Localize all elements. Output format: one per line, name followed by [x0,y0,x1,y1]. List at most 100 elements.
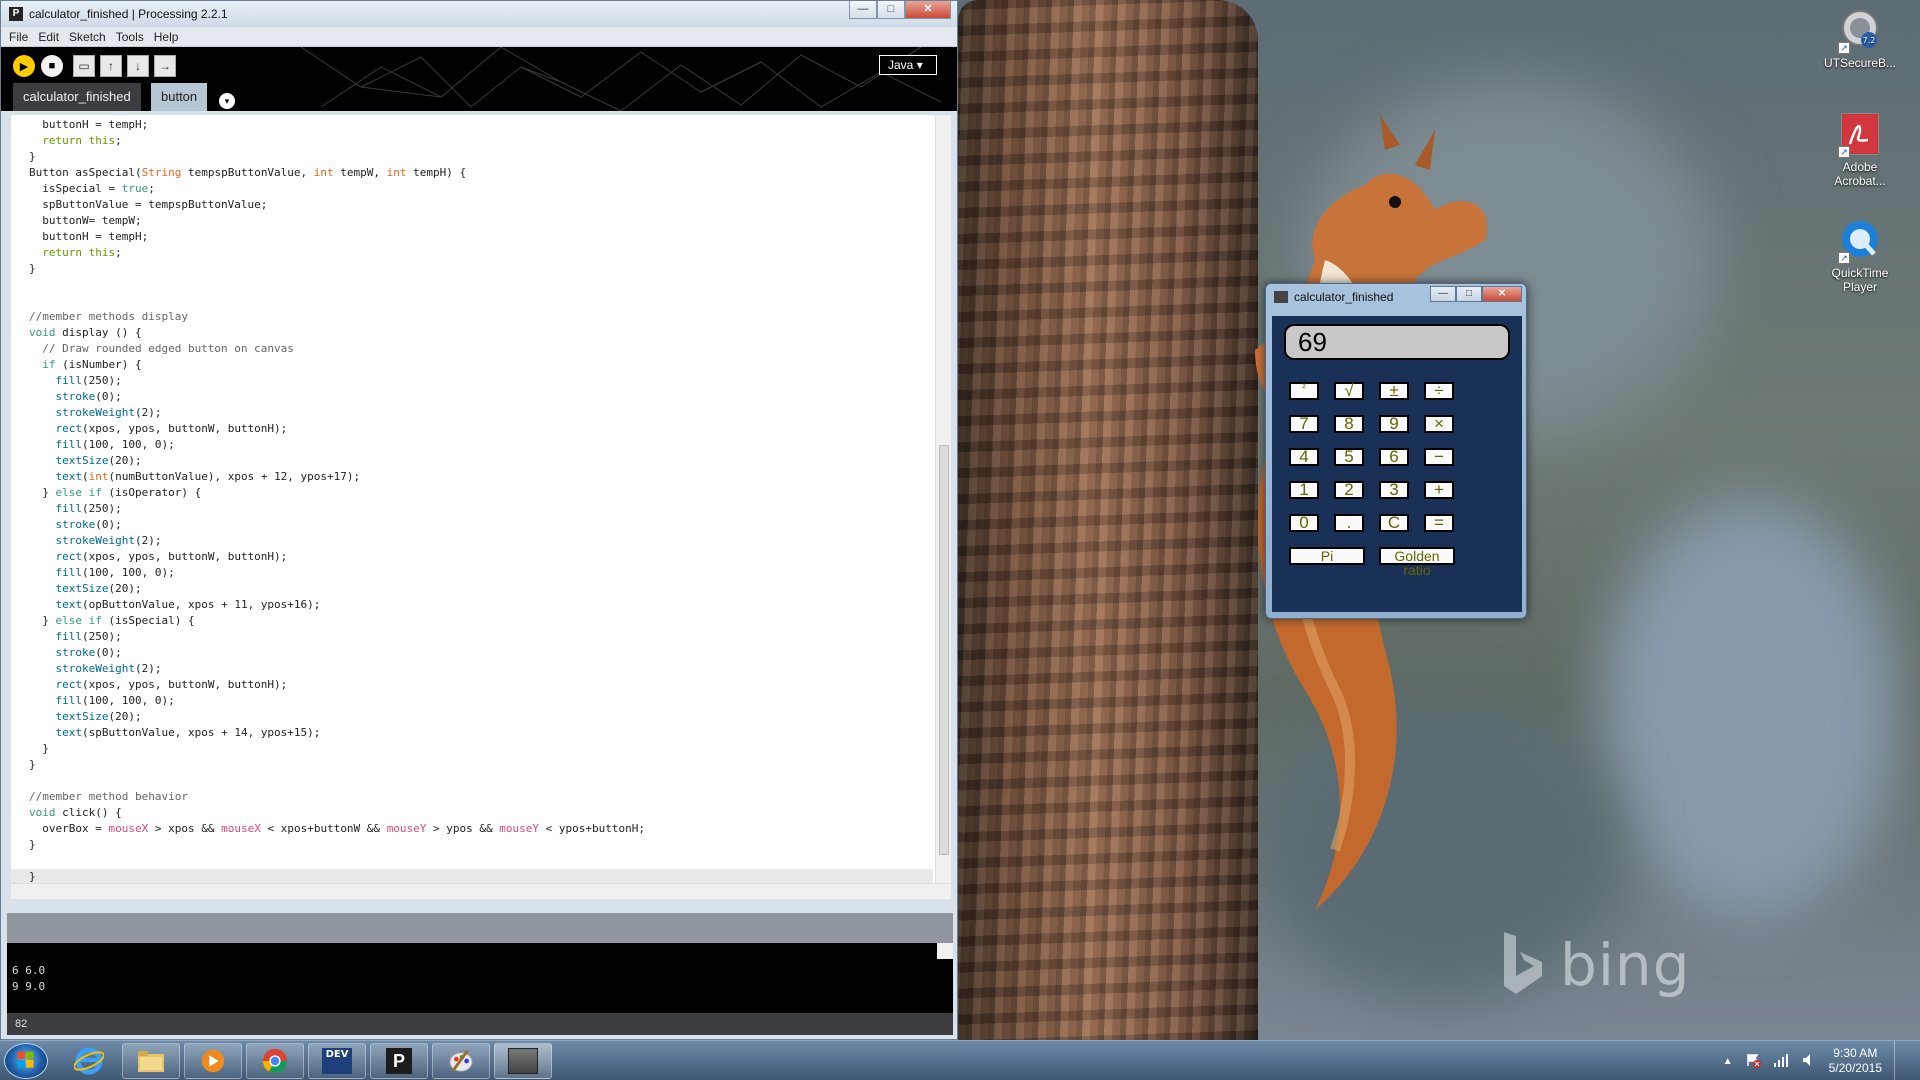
taskbar-clock[interactable]: 9:30 AM 5/20/2015 [1829,1046,1882,1076]
calc-key-3-0[interactable]: 1 [1289,481,1319,499]
taskbar-media-player-icon[interactable] [184,1043,242,1079]
code-line: return this; [42,134,122,147]
calc-key-0-0[interactable]: ² [1289,382,1319,400]
calc-key-3-1[interactable]: 2 [1334,481,1364,499]
tab-menu-chevron-icon[interactable]: ▾ [219,93,235,109]
minimize-button[interactable]: — [849,1,877,19]
message-area [7,913,953,943]
calc-key-4-3[interactable]: = [1424,514,1454,532]
editor-vertical-scrollbar[interactable] [935,115,951,883]
calc-key-1-3[interactable]: × [1424,415,1454,433]
stop-button[interactable]: ■ [41,55,63,77]
code-line: //member methods display [29,310,188,323]
code-line: buttonH = tempH; [29,230,149,243]
code-editor[interactable]: buttonH = tempH; return this;} Button asS… [11,115,951,883]
menu-edit[interactable]: Edit [38,30,59,44]
code-line: rect(xpos, ypos, buttonW, buttonH); [55,678,288,691]
start-button[interactable] [4,1043,48,1079]
desktop-icon-label: Adobe Acrobat... [1834,160,1886,188]
code-line: strokeWeight(2); [55,662,162,675]
calc-key-3-3[interactable]: + [1424,481,1454,499]
calculator-window-controls: — □ ✕ [1430,286,1522,302]
mode-label: Java [888,58,914,72]
code-line: text(opButtonValue, xpos + 11, ypos+16); [55,598,321,611]
console-output[interactable]: 6 6.0 9 9.0 [7,943,953,1013]
ide-titlebar[interactable]: P calculator_finished | Processing 2.2.1… [1,1,957,27]
code-line: fill(250); [55,630,122,643]
close-button[interactable]: ✕ [1482,286,1522,302]
calc-key-2-2[interactable]: 6 [1379,448,1409,466]
console-scrollbar[interactable] [937,943,953,959]
maximize-button[interactable]: □ [1456,286,1482,302]
calc-key-2-1[interactable]: 5 [1334,448,1364,466]
calc-key-2-0[interactable]: 4 [1289,448,1319,466]
maximize-button[interactable]: □ [877,1,905,19]
close-button[interactable]: ✕ [905,1,951,19]
menu-file[interactable]: File [9,30,28,44]
taskbar-file-explorer-icon[interactable] [122,1043,180,1079]
code-lines: buttonH = tempH; return this;} Button asS… [11,117,933,883]
tab-button[interactable]: button [151,83,208,111]
code-line: strokeWeight(2); [55,534,162,547]
code-line: //member method behavior [29,790,188,803]
line-number-indicator: 82 [7,1013,953,1035]
volume-icon[interactable] [1801,1052,1817,1071]
calc-key-0-1[interactable]: √ [1334,382,1364,400]
open-sketch-icon[interactable]: ↑ [100,55,122,77]
menu-help[interactable]: Help [154,30,179,44]
taskbar-processing-icon[interactable]: P [370,1043,428,1079]
calc-key-golden-ratio[interactable]: Golden ratio [1379,547,1455,577]
taskbar-internet-explorer-icon[interactable] [60,1043,118,1079]
action-center-flag-icon[interactable] [1745,1052,1761,1071]
processing-ide-window: P calculator_finished | Processing 2.2.1… [0,0,958,1040]
run-button[interactable]: ▶ [13,55,35,77]
tab-calculator-finished[interactable]: calculator_finished [13,83,141,111]
menu-sketch[interactable]: Sketch [69,30,106,44]
console-line: 9 9.0 [12,980,46,993]
code-line: textSize(20); [55,710,142,723]
processing-label: P [386,1048,412,1074]
adobe-acrobat-icon: ↗ [1838,112,1882,158]
taskbar-calculator-sketch-icon[interactable] [494,1043,552,1079]
calc-key-4-2[interactable]: C [1379,514,1409,532]
calc-key-4-1[interactable]: . [1334,514,1364,532]
desktop-icon-acrobat[interactable]: ↗ Adobe Acrobat... [1818,112,1902,188]
desktop-icon-utsecure[interactable]: 7.2 ↗ UTSecureB... [1818,8,1902,70]
export-sketch-icon[interactable]: → [154,55,176,77]
calc-key-pi[interactable]: Pi [1289,547,1365,565]
calc-key-0-3[interactable]: ÷ [1424,382,1454,400]
minimize-button[interactable]: — [1430,286,1456,302]
calculator-titlebar[interactable]: calculator_finished — □ ✕ [1266,284,1526,310]
calc-key-1-1[interactable]: 8 [1334,415,1364,433]
calc-key-1-0[interactable]: 7 [1289,415,1319,433]
editor-horizontal-scrollbar[interactable] [11,883,951,899]
bing-logo: bing [1500,930,1691,1000]
clock-time: 9:30 AM [1833,1046,1878,1060]
taskbar-paint-icon[interactable] [432,1043,490,1079]
calc-key-4-0[interactable]: 0 [1289,514,1319,532]
mode-select[interactable]: Java ▾ [879,55,937,75]
calculator-canvas[interactable]: 69 ² √ ± ÷ 7 8 9 × 4 5 6− 1 2 3 +0. C = Pi Golden ratio [1272,316,1522,612]
code-line: fill(250); [55,374,122,387]
save-sketch-icon[interactable]: ↓ [127,55,149,77]
calc-key-0-2[interactable]: ± [1379,382,1409,400]
show-desktop-button[interactable] [1894,1041,1906,1080]
desktop-icon-quicktime[interactable]: ↗ QuickTime Player [1818,218,1902,294]
ide-toolbar: ▶ ■ ▭ ↑ ↓ → Java ▾ calculator_finished b… [1,47,957,111]
network-signal-icon[interactable] [1773,1052,1789,1071]
new-sketch-icon[interactable]: ▭ [73,55,95,77]
taskbar-dev-cpp-icon[interactable]: DEV [308,1043,366,1079]
calc-key-3-2[interactable]: 3 [1379,481,1409,499]
calc-key-2-3[interactable]: − [1424,448,1454,466]
menu-tools[interactable]: Tools [116,30,144,44]
calc-key-1-2[interactable]: 9 [1379,415,1409,433]
taskbar-chrome-icon[interactable] [246,1043,304,1079]
processing-app-icon: P [9,7,23,21]
desktop-icon-label: QuickTime Player [1831,266,1889,294]
code-line: stroke(0); [55,518,122,531]
ide-window-title: calculator_finished | Processing 2.2.1 [29,7,228,21]
code-line: fill(100, 100, 0); [55,566,175,579]
show-hidden-icons-icon[interactable]: ▲ [1723,1056,1733,1067]
calculator-window-title: calculator_finished [1294,290,1394,304]
